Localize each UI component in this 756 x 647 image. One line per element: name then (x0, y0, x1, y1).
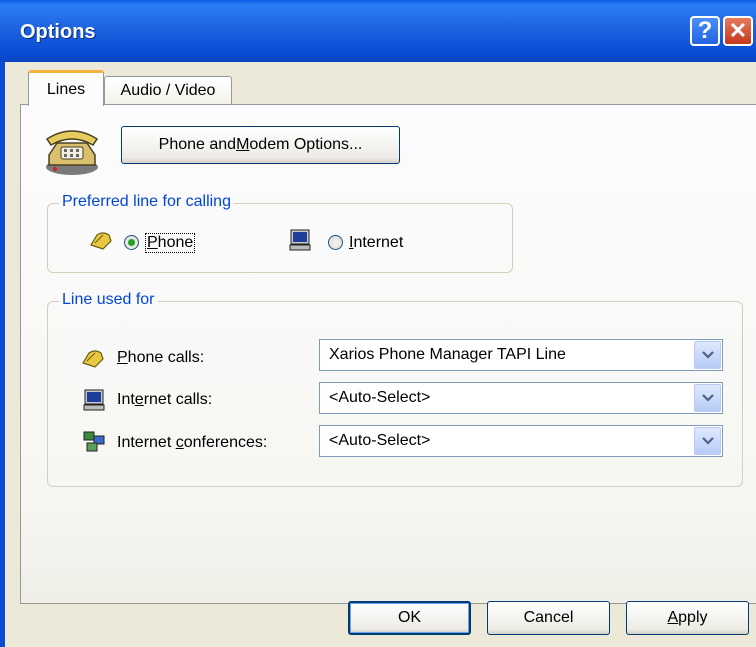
phone-calls-value: Xarios Phone Manager TAPI Line (329, 346, 566, 363)
window-frame (0, 62, 5, 647)
line-used-group-label: Line used for (59, 291, 158, 309)
tab-panel-lines: Phone and Modem Options... Preferred lin… (20, 104, 756, 604)
apply-accel: A (667, 609, 679, 626)
chevron-down-icon (701, 394, 714, 402)
internet-conferences-label-pre: Internet (117, 434, 176, 451)
help-icon: ? (697, 17, 713, 44)
internet-calls-value: <Auto-Select> (329, 389, 431, 406)
internet-conferences-select[interactable]: <Auto-Select> (319, 425, 723, 457)
apply-button[interactable]: Apply (626, 601, 749, 635)
window-title: Options (20, 21, 96, 43)
phone-radio-label: Phone (145, 233, 196, 253)
ok-button[interactable]: OK (348, 601, 471, 635)
tab-lines[interactable]: Lines (28, 70, 104, 106)
internet-calls-label-post: rnet calls: (143, 391, 213, 408)
phone-calls-select[interactable]: Xarios Phone Manager TAPI Line (319, 339, 723, 371)
phone-modem-accel: M (236, 136, 250, 153)
computer-icon (83, 389, 105, 411)
cancel-button[interactable]: Cancel (487, 601, 610, 635)
ok-button-label: OK (397, 609, 422, 626)
internet-conferences-label-post: onferences: (183, 434, 268, 451)
phone-handset-icon (82, 350, 104, 368)
tab-lines-label: Lines (46, 80, 86, 98)
phone-radio[interactable] (124, 235, 139, 250)
phone-calls-dropdown-button[interactable] (694, 341, 721, 369)
internet-rest: nternet (353, 234, 404, 251)
internet-calls-select[interactable]: <Auto-Select> (319, 382, 723, 414)
tab-audio-video[interactable]: Audio / Video (104, 76, 232, 105)
phone-calls-label-post: hone calls: (127, 349, 205, 366)
preferred-line-group (47, 203, 513, 273)
phone-calls-label: Phone calls: (117, 349, 204, 367)
tab-audio-video-label: Audio / Video (120, 82, 216, 99)
internet-calls-label-pre: Int (117, 391, 135, 408)
phone-calls-accel: P (117, 349, 128, 366)
internet-radio[interactable] (328, 235, 343, 250)
cancel-button-label: Cancel (523, 609, 574, 626)
internet-radio-label: Internet (349, 234, 403, 252)
phone-rest: hone (157, 234, 194, 251)
internet-conferences-dropdown-button[interactable] (694, 427, 721, 455)
internet-calls-label: Internet calls: (117, 391, 212, 409)
internet-calls-accel: e (134, 391, 144, 408)
chevron-down-icon (701, 351, 714, 359)
preferred-line-group-label: Preferred line for calling (59, 193, 234, 211)
internet-conferences-accel: c (175, 434, 184, 451)
help-button[interactable]: ? (690, 16, 720, 46)
internet-conferences-value: <Auto-Select> (329, 432, 431, 449)
computer-icon (289, 229, 311, 251)
internet-conferences-label: Internet conferences: (117, 434, 267, 452)
title-bar[interactable]: Options ? ✕ (0, 0, 756, 62)
phone-modem-label-post: odem Options... (249, 136, 363, 153)
phone-modem-options-button[interactable]: Phone and Modem Options... (121, 126, 400, 164)
phone-handset-icon (90, 232, 112, 250)
telephone-icon (45, 130, 99, 175)
chevron-down-icon (701, 437, 714, 445)
close-icon: ✕ (728, 18, 748, 43)
network-icon (83, 431, 105, 452)
internet-calls-dropdown-button[interactable] (694, 384, 721, 412)
apply-button-label: pply (678, 609, 708, 626)
close-button[interactable]: ✕ (723, 16, 753, 46)
phone-modem-label-pre: Phone and (158, 136, 237, 153)
phone-accel: P (147, 234, 158, 251)
